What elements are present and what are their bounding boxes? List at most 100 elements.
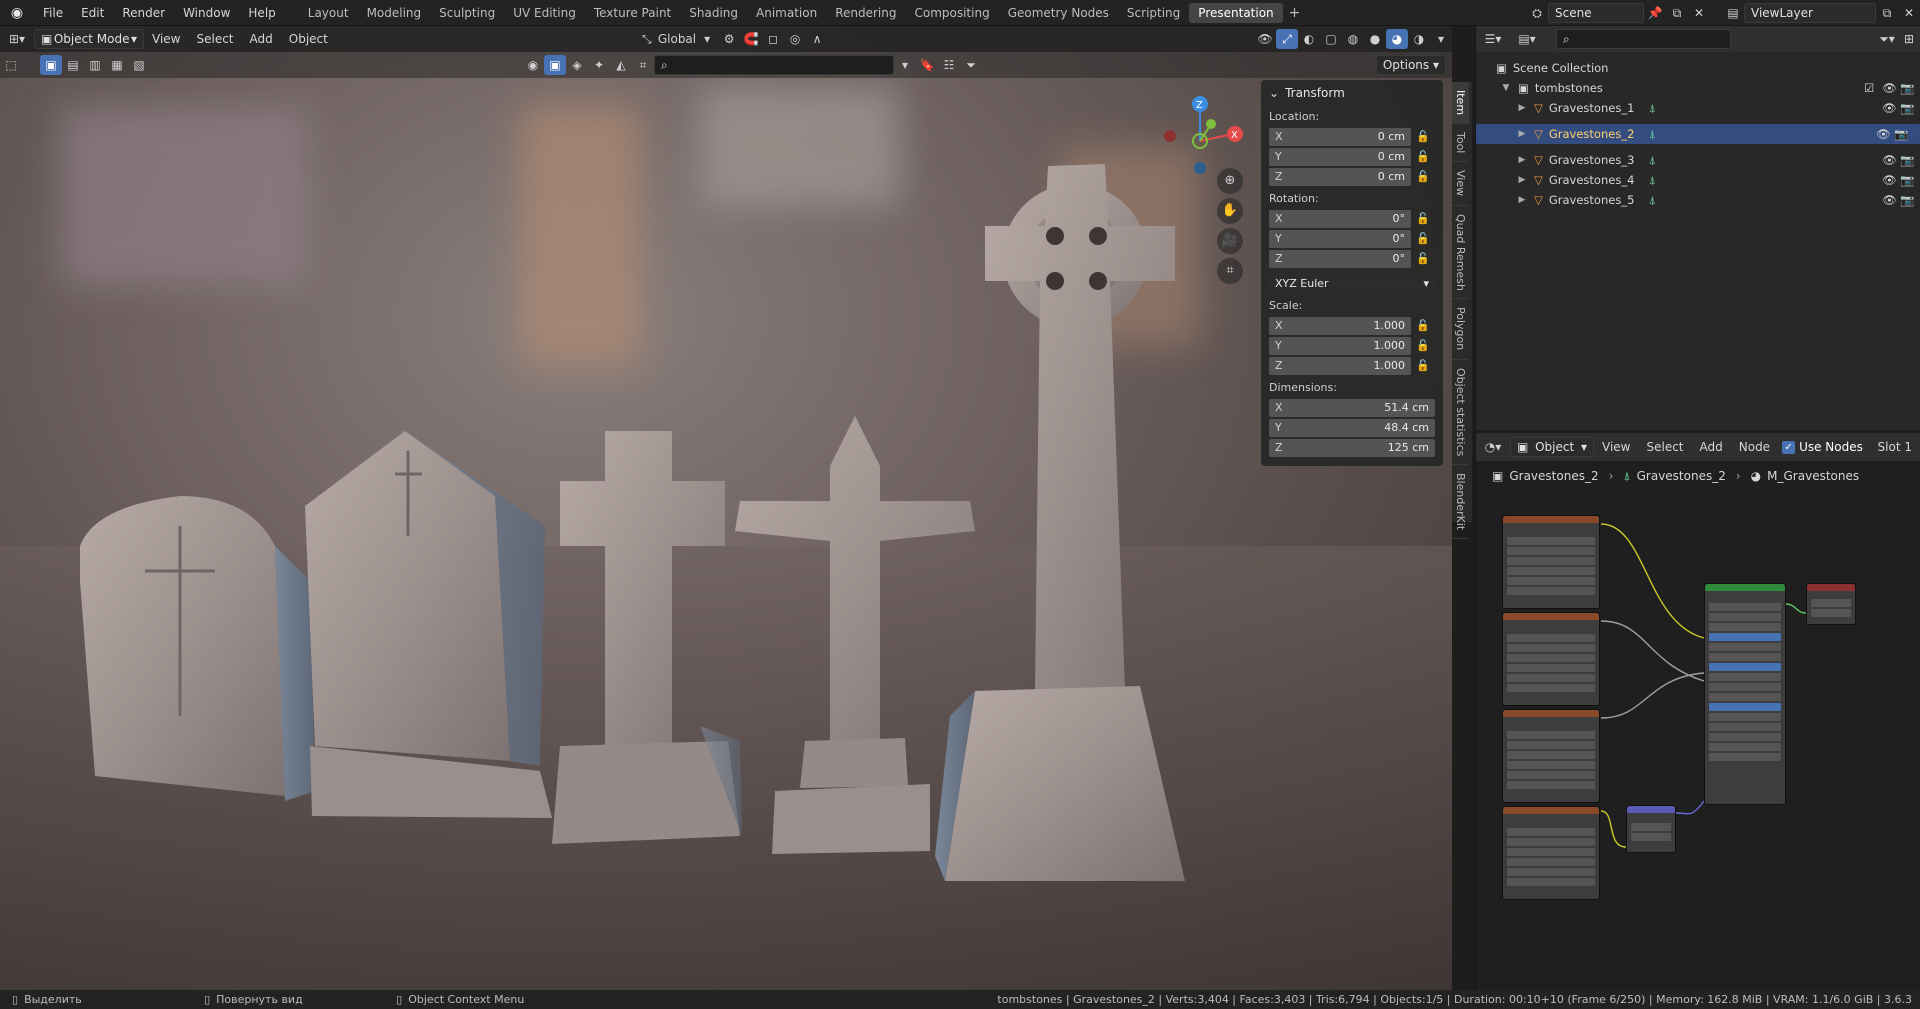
shading-options-icon[interactable]: ▾ [1430,29,1452,49]
normal-map-node[interactable] [1626,805,1676,853]
tab-sculpting[interactable]: Sculpting [430,3,504,23]
eye-icon[interactable]: 👁 [1882,193,1900,207]
rendered-shading-icon[interactable]: ◑ [1408,29,1430,49]
select-new-icon[interactable]: ▣ [40,55,62,75]
scale-x-field[interactable]: X 1.000 [1269,316,1411,335]
outliner-item[interactable]: ▶ ▽ Gravestones_4 ⍋ 👁 📷 [1476,170,1920,190]
camera-icon[interactable]: 📷 [1900,153,1920,167]
mode-selector[interactable]: ▣ Object Mode ▾ [34,29,144,49]
outliner-search-input[interactable]: ⌕ [1556,29,1731,49]
camera-filter-icon[interactable]: ◭ [610,55,632,75]
empty-filter-icon[interactable]: ⌗ [632,55,654,75]
mesh-filter-icon[interactable]: ▣ [544,55,566,75]
rotation-mode-dropdown[interactable]: XYZ Euler ▾ [1269,274,1435,293]
menu-edit[interactable]: Edit [72,6,113,20]
tab-animation[interactable]: Animation [747,3,826,23]
light-filter-icon[interactable]: ✦ [588,55,610,75]
ortho-grid-icon[interactable]: ⌗ [1217,258,1243,284]
gizmo-neg-x-axis[interactable] [1164,130,1176,142]
outliner-item[interactable]: ▶ ▽ Gravestones_1 ⍋ 👁 📷 [1476,98,1920,118]
tab-layout[interactable]: Layout [299,3,358,23]
menu-select[interactable]: Select [188,29,241,49]
outliner-item[interactable]: ▶ ▽ Gravestones_5 ⍋ 👁 📷 [1476,190,1920,210]
checkbox-icon[interactable]: ☑ [1864,81,1882,95]
view-layer-icon[interactable]: ▤ [1722,3,1744,23]
mesh-data-icon[interactable]: ⍋ [1649,173,1656,188]
select-intersect-icon[interactable]: ▧ [128,55,150,75]
shader-node-editor[interactable]: ◔▾ ▣ Object ▾ View Select Add Node ✓ Use… [1475,433,1920,990]
expand-arrow-icon[interactable]: ▶ [1516,175,1528,185]
outliner-item[interactable]: ▶ ▽ Gravestones_3 ⍋ 👁 📷 [1476,150,1920,170]
snap-target-icon[interactable]: ◻ [762,29,784,49]
gravestone-2[interactable] [305,431,552,818]
camera-icon[interactable]: 📷 [1900,173,1920,187]
new-scene-icon[interactable]: ⧉ [1666,3,1688,23]
xray-icon[interactable]: ▢ [1320,29,1342,49]
overlay-icon[interactable]: ◐ [1298,29,1320,49]
eye-icon[interactable]: 👁 [1882,153,1900,167]
zoom-icon[interactable]: ⊕ [1217,168,1243,194]
camera-icon[interactable]: 📷 [1900,193,1920,207]
filter-icon[interactable]: ⏷▾ [1876,29,1898,49]
select-invert-icon[interactable]: ▦ [106,55,128,75]
new-collection-icon[interactable]: ⊞ [1898,29,1920,49]
new-view-layer-icon[interactable]: ⧉ [1876,3,1898,23]
lock-icon[interactable]: 🔓 [1411,339,1435,352]
menu-window[interactable]: Window [174,6,239,20]
mesh-data-icon[interactable]: ⍋ [1649,193,1656,208]
proportional-edit-icon[interactable]: ◎ [784,29,806,49]
roughness-texture-node[interactable] [1502,709,1600,803]
gizmo-y-axis[interactable] [1206,119,1216,129]
eye-icon[interactable]: 👁 [1882,173,1900,187]
dimension-z-field[interactable]: Z 125 cm [1269,438,1435,457]
base-color-texture-node[interactable] [1502,515,1600,609]
lock-icon[interactable]: 🔓 [1411,319,1435,332]
chevron-down-icon[interactable]: ▾ [894,55,916,75]
list-icon[interactable]: ☷ [938,55,960,75]
expand-arrow-icon[interactable]: ▶ [1516,103,1528,113]
delete-view-layer-icon[interactable]: ✕ [1898,3,1920,23]
select-tool-icon[interactable]: ⬚ [0,55,22,75]
camera-icon[interactable]: 📷 [1900,81,1920,95]
tab-compositing[interactable]: Compositing [905,3,998,23]
principled-bsdf-node[interactable] [1704,583,1786,805]
tab-item[interactable]: Item [1452,82,1469,125]
menu-help[interactable]: Help [239,6,284,20]
scale-y-field[interactable]: Y 1.000 [1269,336,1411,355]
bookmark-icon[interactable]: 🔖 [916,55,938,75]
eye-icon[interactable]: 👁 [1876,127,1894,141]
tab-modeling[interactable]: Modeling [358,3,431,23]
pin-icon[interactable]: 📌 [1644,3,1666,23]
display-mode-icon[interactable]: ▤▾ [1510,29,1544,49]
mesh-data-icon[interactable]: ⍋ [1649,127,1656,142]
mesh-data-icon[interactable]: ⍋ [1649,153,1656,168]
view-layer-field[interactable]: ViewLayer [1744,3,1876,23]
solid-shading-icon[interactable]: ● [1364,29,1386,49]
tab-scripting[interactable]: Scripting [1118,3,1189,23]
menu-add[interactable]: Add [242,29,281,49]
lock-icon[interactable]: 🔓 [1411,232,1435,245]
material-output-node[interactable] [1806,583,1856,625]
eye-icon[interactable]: 👁 [1882,101,1900,115]
select-subtract-icon[interactable]: ▥ [84,55,106,75]
options-button[interactable]: Options ▾ [1375,55,1446,75]
lock-icon[interactable]: 🔓 [1411,252,1435,265]
eye-icon[interactable]: 👁 [1882,81,1900,95]
expand-arrow-icon[interactable]: ▼ [1500,83,1512,93]
rotation-x-field[interactable]: X 0° [1269,209,1411,228]
scene-field[interactable]: Scene [1548,3,1644,23]
viewport-search-input[interactable]: ⌕ [654,55,894,75]
add-workspace-icon[interactable]: + [1283,5,1307,21]
tab-object-statistics[interactable]: Object statistics [1452,360,1469,466]
orientation-selector[interactable]: ⤡ Global ▾ [636,29,718,49]
tab-blenderkit[interactable]: BlenderKit [1452,465,1469,540]
expand-arrow-icon[interactable]: ▶ [1516,129,1528,139]
expand-arrow-icon[interactable]: ▶ [1516,155,1528,165]
lock-icon[interactable]: 🔓 [1411,359,1435,372]
rotation-y-field[interactable]: Y 0° [1269,229,1411,248]
pan-hand-icon[interactable]: ✋ [1217,198,1243,224]
gizmo-neg-z-axis[interactable] [1194,162,1206,174]
select-extend-icon[interactable]: ▤ [62,55,84,75]
3d-viewport[interactable]: ⊞▾ ▣ Object Mode ▾ View Select Add Objec… [0,26,1452,990]
location-z-field[interactable]: Z 0 cm [1269,167,1411,186]
